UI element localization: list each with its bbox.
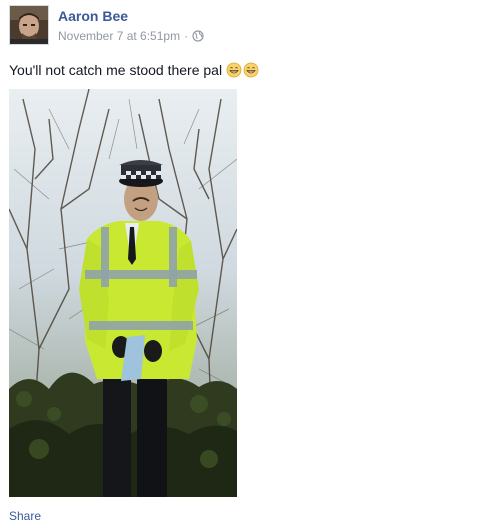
post-message-text: You'll not catch me stood there pal (9, 62, 223, 78)
avatar-photo-icon (10, 6, 48, 44)
post-meta: November 7 at 6:51pm · (58, 28, 204, 44)
feed-post: Aaron Bee November 7 at 6:51pm · You'll … (0, 0, 500, 528)
post-photo[interactable] (9, 89, 237, 497)
emoji-group (226, 62, 259, 78)
post-message: You'll not catch me stood there pal (9, 60, 259, 80)
police-scarecrow-photo-icon (9, 89, 237, 497)
share-link[interactable]: Share (9, 508, 41, 524)
globe-icon[interactable] (192, 30, 204, 42)
grinning-face-icon (243, 62, 259, 78)
meta-separator: · (184, 29, 189, 43)
grinning-face-icon (226, 62, 242, 78)
post-timestamp[interactable]: November 7 at 6:51pm (58, 29, 180, 43)
author-name[interactable]: Aaron Bee (58, 7, 128, 25)
author-avatar[interactable] (9, 5, 49, 45)
